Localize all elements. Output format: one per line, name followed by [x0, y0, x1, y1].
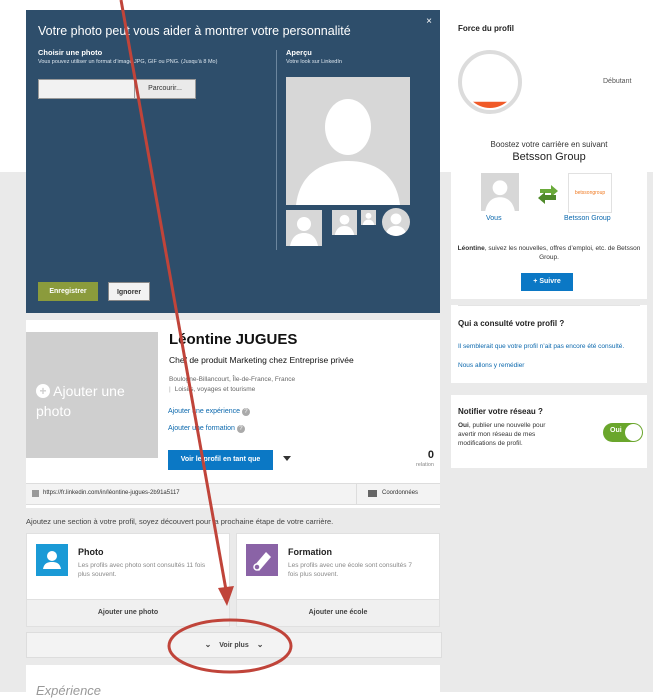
profile-industry: Loisirs, voyages et tourisme [174, 386, 256, 393]
choose-photo-hint: Vous pouvez utiliser un format d’image J… [38, 59, 218, 65]
viewers-remedy-link[interactable]: Nous allons y remédier [458, 362, 524, 369]
exchange-arrows-icon [538, 185, 558, 204]
add-photo-text: + Ajouter une photo [36, 381, 151, 421]
contact-card-icon [368, 490, 377, 497]
viewers-message: Il semblerait que votre profil n’ait pas… [458, 343, 625, 350]
connections-count: 0 [427, 449, 434, 461]
add-experience-label: Ajouter une expérience [168, 408, 240, 415]
follow-user-name: Léontine [457, 245, 485, 252]
section-card-description: Les profils avec une école sont consulté… [288, 562, 412, 578]
close-icon[interactable]: × [426, 16, 432, 27]
chevron-down-icon: ⌄ [204, 640, 212, 649]
viewers-title: Qui a consulté votre profil ? [458, 319, 565, 328]
toggle-knob [625, 424, 642, 441]
help-icon: ? [241, 408, 250, 416]
add-photo-box[interactable]: + Ajouter une photo [26, 332, 158, 458]
notify-toggle[interactable]: Oui [603, 423, 643, 442]
plus-circle-icon: + [36, 384, 50, 398]
follow-description: Léontine, suivez les nouvelles, offres d… [453, 244, 645, 262]
follow-text: , suivez les nouvelles, offres d’emploi,… [484, 245, 641, 261]
divider [356, 484, 357, 504]
preview-large-avatar [286, 77, 410, 205]
notify-title: Notifier votre réseau ? [458, 407, 543, 416]
add-photo-button[interactable]: Ajouter une photo [27, 599, 229, 626]
choose-photo-label: Choisir une photo [38, 48, 103, 57]
add-experience-link[interactable]: Ajouter une expérience ? [168, 408, 250, 416]
preview-hint: Votre look sur LinkedIn [286, 59, 342, 65]
browse-button[interactable]: Parcourir... [134, 79, 196, 99]
section-card-description: Les profils avec photo sont consultés 11… [78, 562, 206, 578]
profile-card: + Ajouter une photo Léontine JUGUES Chef… [26, 320, 440, 508]
file-path-input[interactable] [38, 79, 136, 99]
profile-url-bar: https://fr.linkedin.com/in/léontine-jugu… [26, 483, 440, 505]
profile-location: Boulogne-Billancourt, Île-de-France, Fra… [169, 376, 296, 383]
profile-strength-level: Débutant [603, 78, 632, 85]
preview-thumb-large [286, 210, 322, 246]
profile-headline: Chef de produit Marketing chez Entrepris… [169, 355, 354, 365]
divider [458, 305, 640, 306]
follow-intro: Boostez votre carrière en suivant [490, 140, 608, 149]
experience-section: Expérience [26, 665, 440, 698]
notify-text: , publier une nouvelle pour avertir mon … [458, 422, 546, 447]
chevron-down-icon: ⌄ [256, 640, 264, 649]
profile-viewers-card: Qui a consulté votre profil ? Il sembler… [451, 305, 647, 383]
modal-title: Votre photo peut vous aider à montrer vo… [38, 24, 351, 38]
preview-thumb-medium [332, 210, 357, 235]
section-card-education: Formation Les profils avec une école son… [236, 533, 440, 627]
save-button[interactable]: Enregistrer [38, 282, 98, 301]
see-more-label: Voir plus [219, 642, 249, 649]
experience-title: Expérience [36, 683, 102, 698]
profile-strength-card: Force du profil Débutant [451, 10, 647, 122]
see-more-button[interactable]: ⌄ Voir plus ⌄ [26, 632, 442, 658]
section-card-photo: Photo Les profils avec photo sont consul… [26, 533, 230, 627]
profile-strength-title: Force du profil [458, 24, 514, 33]
notify-yes: Oui [458, 422, 469, 429]
contact-info-link[interactable]: Coordonnées [382, 490, 418, 496]
preview-thumb-round [382, 208, 410, 236]
photo-upload-modal: Votre photo peut vous aider à montrer vo… [26, 10, 440, 313]
person-silhouette-icon [485, 180, 515, 211]
modal-divider [276, 50, 277, 250]
you-label[interactable]: Vous [486, 215, 502, 222]
help-icon: ? [236, 425, 245, 433]
diploma-icon [246, 544, 278, 576]
view-profile-as-button[interactable]: Voir le profil en tant que [168, 450, 273, 470]
person-silhouette-icon [296, 99, 400, 205]
section-card-title: Photo [78, 547, 104, 557]
profile-name: Léontine JUGUES [169, 331, 298, 348]
profile-industry-row: | Loisirs, voyages et tourisme [169, 386, 256, 393]
betsson-logo: betssongroup [568, 173, 612, 213]
follow-company-name: Betsson Group [512, 151, 586, 163]
notify-network-card: Notifier votre réseau ? Oui, publier une… [451, 395, 647, 468]
follow-button[interactable]: + Suivre [521, 273, 573, 291]
add-photo-label: Ajouter une photo [36, 383, 125, 419]
chevron-down-icon[interactable] [283, 456, 291, 461]
preview-thumb-small [361, 210, 376, 225]
your-avatar [481, 173, 519, 211]
ignore-button[interactable]: Ignorer [108, 282, 150, 301]
section-card-title: Formation [288, 547, 332, 557]
linkedin-icon [32, 490, 39, 497]
person-icon [36, 544, 68, 576]
preview-label: Aperçu [286, 48, 312, 57]
add-education-link[interactable]: Ajouter une formation ? [168, 425, 245, 433]
toggle-label: Oui [610, 427, 622, 434]
add-education-label: Ajouter une formation [168, 425, 235, 432]
add-section-prompt: Ajoutez une section à votre profil, soye… [26, 517, 334, 526]
profile-strength-meter [458, 50, 522, 114]
follow-company-card: Boostez votre carrière en suivant Betsso… [451, 131, 647, 299]
connections-label: relation [415, 462, 434, 468]
company-label[interactable]: Betsson Group [564, 215, 611, 222]
notify-description: Oui, publier une nouvelle pour avertir m… [458, 421, 564, 448]
add-school-button[interactable]: Ajouter une école [237, 599, 439, 626]
profile-url[interactable]: https://fr.linkedin.com/in/léontine-jugu… [43, 490, 180, 496]
